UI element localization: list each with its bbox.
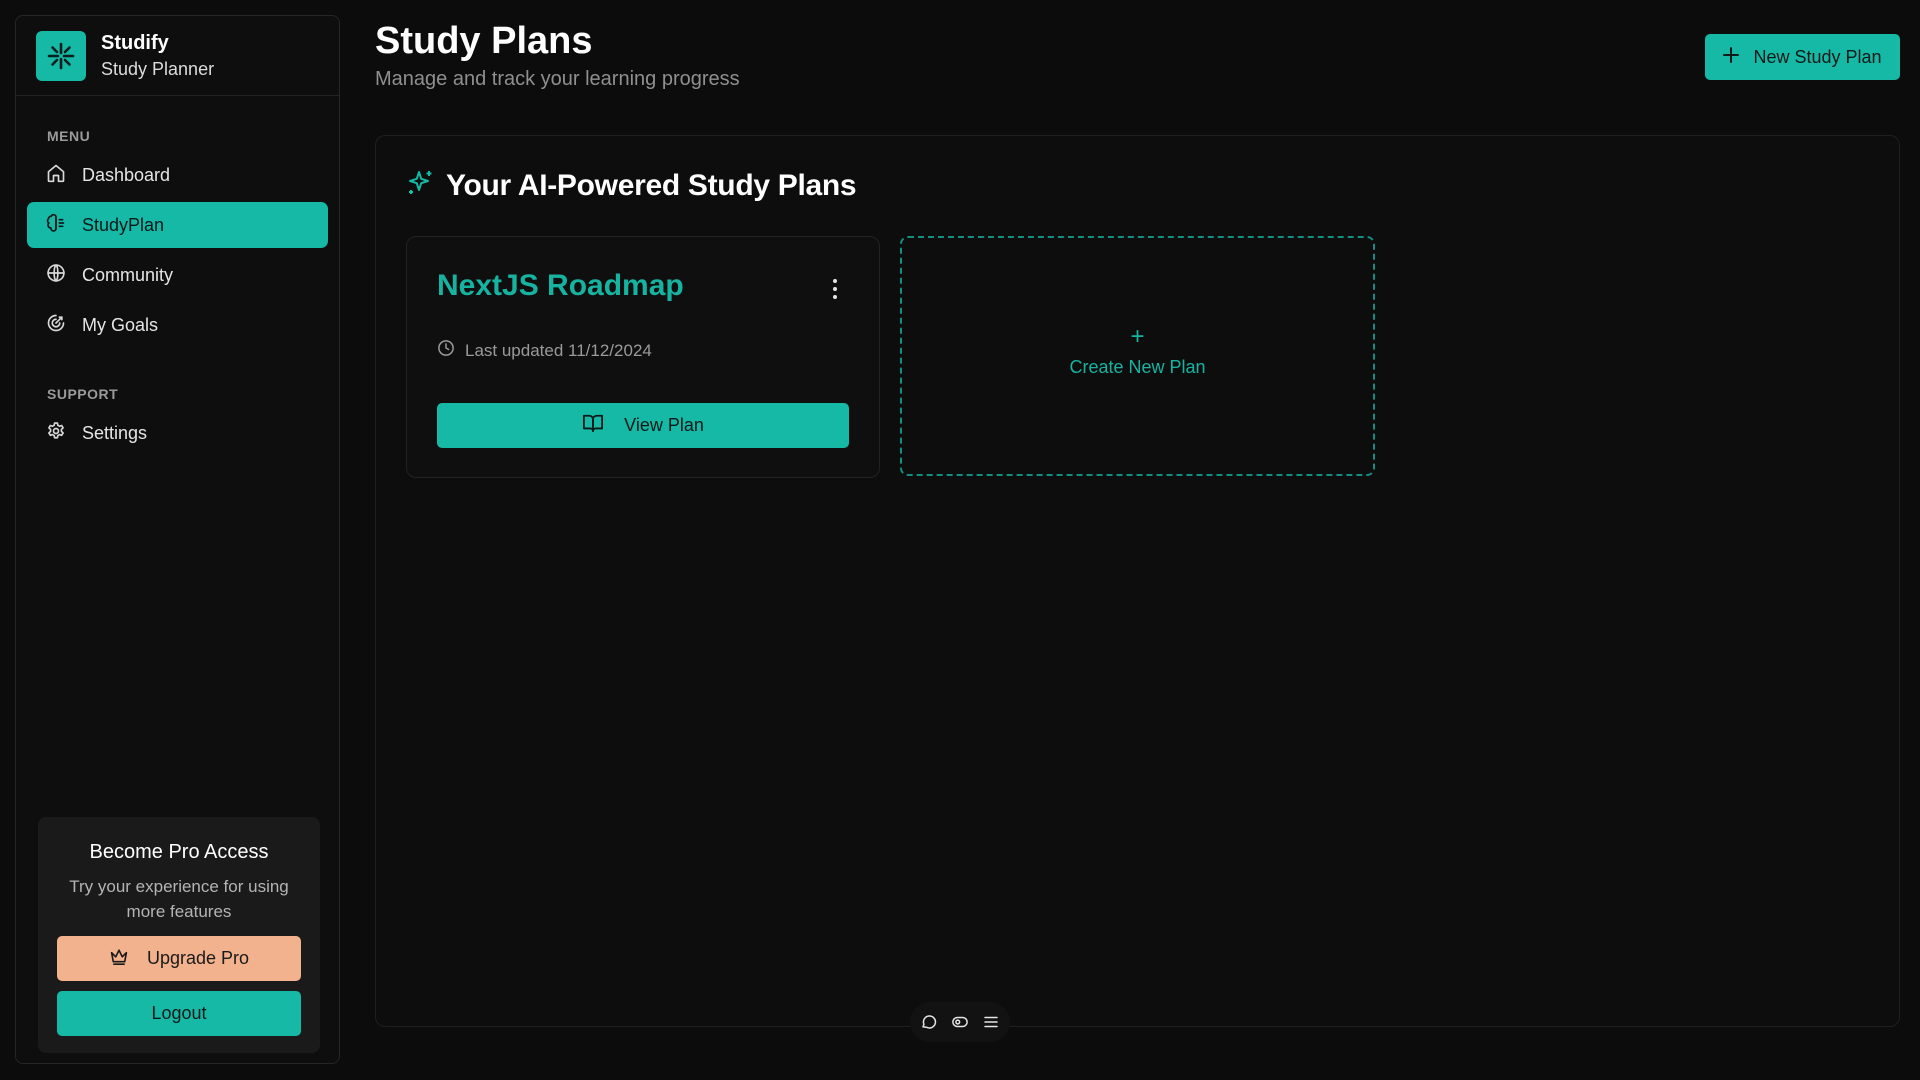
crown-icon (109, 947, 129, 970)
plus-icon: + (1130, 322, 1145, 350)
menu-section-title: MENU (47, 128, 91, 144)
support-section-title: SUPPORT (47, 386, 119, 402)
plan-updated: Last updated 11/12/2024 (437, 339, 652, 362)
upgrade-pro-label: Upgrade Pro (146, 948, 250, 968)
create-new-plan-label: Create New Plan (1069, 356, 1206, 377)
brain-icon (46, 213, 66, 238)
floating-toolbar (910, 1002, 1010, 1042)
support-nav: Settings (16, 410, 339, 456)
view-plan-button[interactable]: View Plan (437, 403, 849, 448)
sidebar: Studify Study Planner MENU Dashboard Stu… (15, 15, 340, 1064)
sidebar-item-label: Dashboard (82, 164, 171, 185)
brand[interactable]: Studify Study Planner (16, 16, 339, 96)
clock-icon (437, 339, 455, 362)
eye-icon[interactable] (951, 1013, 969, 1031)
target-icon (46, 313, 66, 338)
page-title: Study Plans (375, 20, 593, 62)
main-nav: Dashboard StudyPlan Community My Goals (16, 152, 339, 348)
page-subtitle: Manage and track your learning progress (375, 68, 740, 90)
sidebar-item-community[interactable]: Community (27, 252, 328, 298)
pro-description: Try your experience for using more featu… (69, 877, 289, 921)
panel-heading: Your AI-Powered Study Plans (406, 168, 857, 203)
asterisk-icon (36, 30, 86, 81)
brand-subtitle: Study Planner (101, 58, 215, 79)
plus-icon (1723, 46, 1740, 68)
study-plan-card: NextJS Roadmap Last updated 11/12/2024 V… (406, 236, 880, 478)
sidebar-item-studyplan[interactable]: StudyPlan (27, 202, 328, 248)
sidebar-item-dashboard[interactable]: Dashboard (27, 152, 328, 198)
home-icon (46, 163, 66, 188)
sparkles-icon (406, 168, 436, 203)
new-study-plan-button[interactable]: New Study Plan (1705, 34, 1900, 80)
sidebar-item-label: Settings (82, 422, 148, 443)
comment-icon[interactable] (920, 1013, 938, 1031)
pro-title: Become Pro Access (89, 841, 269, 863)
gear-icon (46, 421, 66, 446)
sidebar-item-label: StudyPlan (82, 214, 165, 235)
sidebar-item-label: My Goals (82, 314, 159, 335)
view-plan-label: View Plan (624, 415, 704, 435)
pro-access-card: Become Pro Access Try your experience fo… (38, 817, 320, 1053)
sidebar-item-label: Community (82, 264, 174, 285)
brand-name: Studify (101, 31, 169, 54)
more-options-icon[interactable] (831, 279, 839, 299)
menu-icon[interactable] (982, 1013, 1000, 1031)
book-open-icon (582, 413, 604, 438)
logout-button[interactable]: Logout (57, 991, 301, 1036)
upgrade-pro-button[interactable]: Upgrade Pro (57, 936, 301, 981)
study-plans-panel: Your AI-Powered Study Plans NextJS Roadm… (375, 135, 1900, 1027)
new-study-plan-label: New Study Plan (1753, 46, 1882, 67)
logout-label: Logout (151, 1003, 207, 1023)
panel-title: Your AI-Powered Study Plans (446, 168, 857, 202)
sidebar-item-my-goals[interactable]: My Goals (27, 302, 328, 348)
plan-updated-text: Last updated 11/12/2024 (465, 340, 652, 360)
create-new-plan-card[interactable]: + Create New Plan (900, 236, 1375, 476)
globe-icon (46, 263, 66, 288)
sidebar-item-settings[interactable]: Settings (27, 410, 328, 456)
plan-name: NextJS Roadmap (437, 269, 684, 302)
